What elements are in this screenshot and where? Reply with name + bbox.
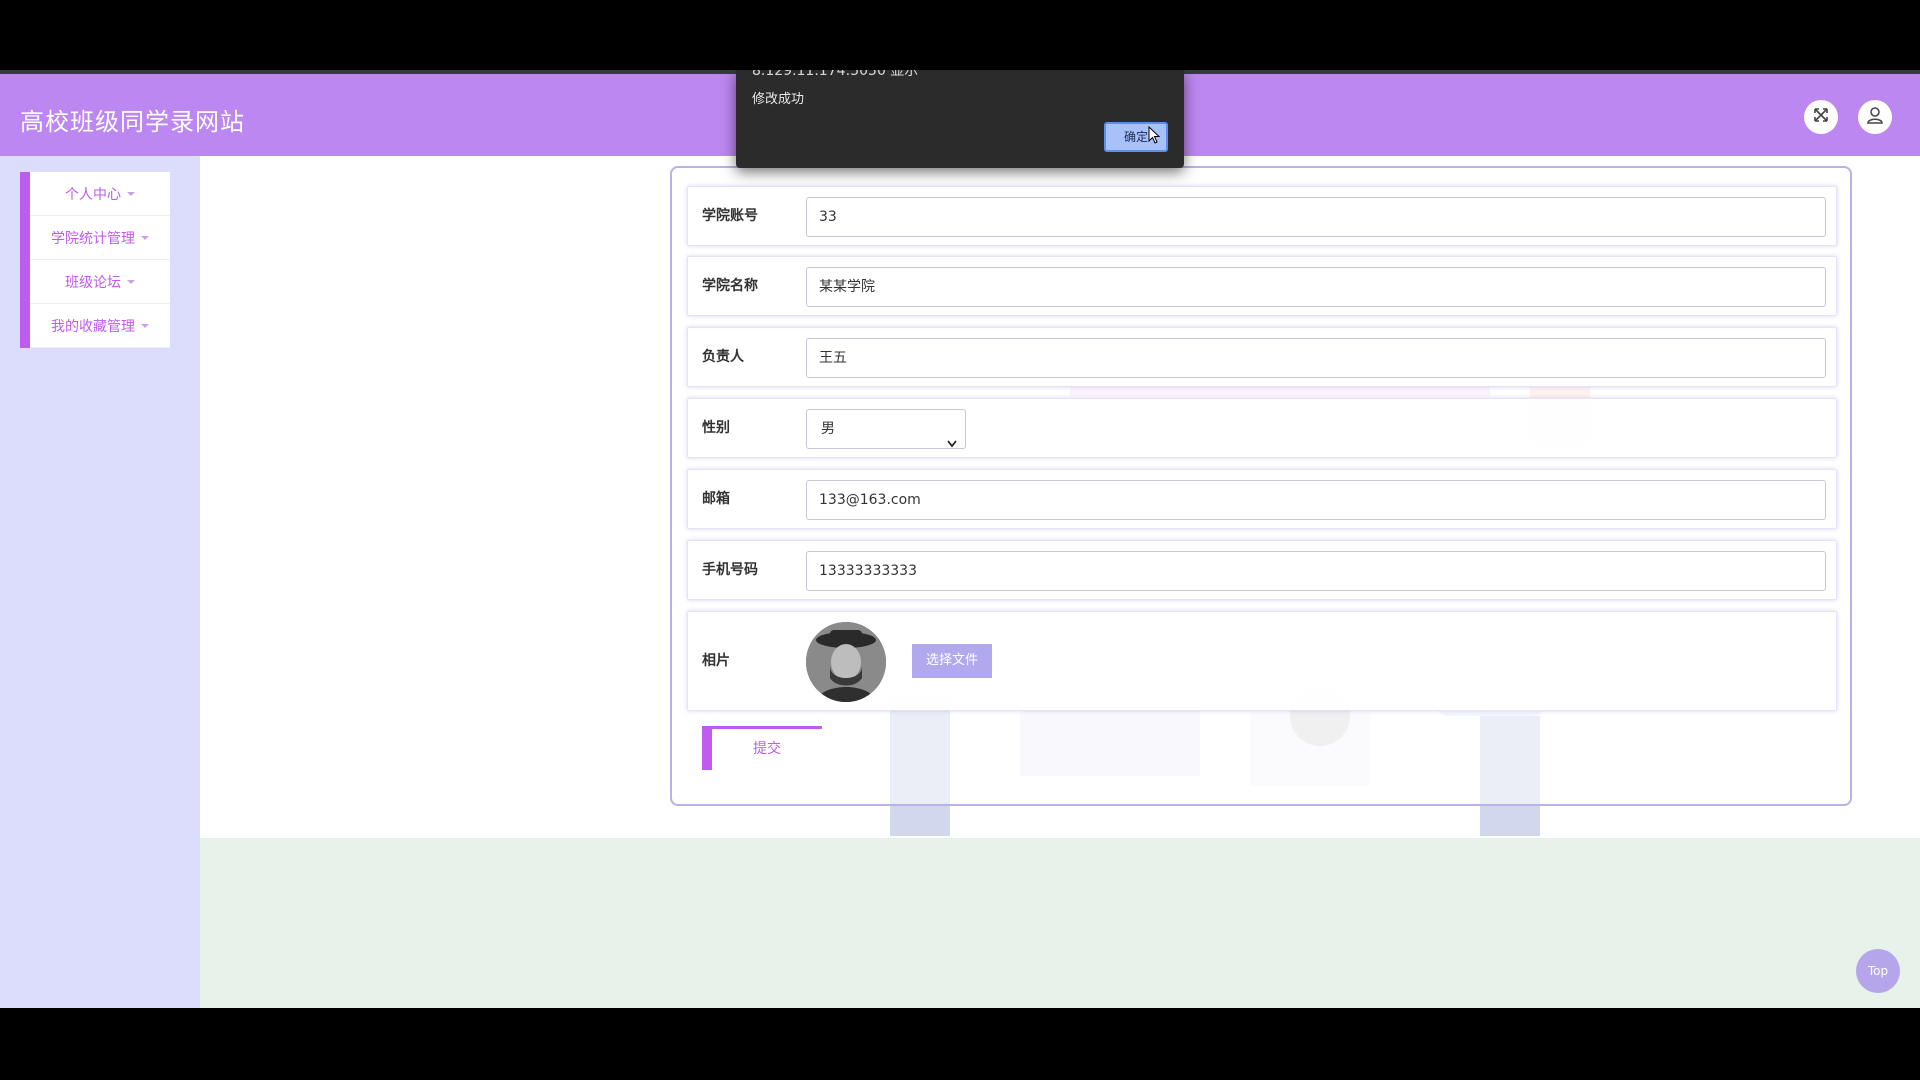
account-input[interactable]: 33 xyxy=(806,197,1826,237)
caret-down-icon xyxy=(141,323,149,328)
sidebar-item-class-forum[interactable]: 班级论坛 xyxy=(30,260,170,304)
caret-down-icon xyxy=(127,279,135,284)
form-row-college-name: 学院名称 某某学院 xyxy=(687,256,1837,316)
gender-select[interactable]: 男 xyxy=(806,409,966,449)
college-name-input[interactable]: 某某学院 xyxy=(806,267,1826,307)
submit-button[interactable]: 提交 xyxy=(702,726,822,770)
form-row-email: 邮箱 133@163.com xyxy=(687,469,1837,529)
chevron-down-icon xyxy=(947,425,957,463)
caret-down-icon xyxy=(127,191,135,196)
form-row-gender: 性别 男 xyxy=(687,398,1837,458)
form-row-manager: 负责人 王五 xyxy=(687,327,1837,387)
dialog-message: 修改成功 xyxy=(752,92,805,107)
sidebar-item-college-stats[interactable]: 学院统计管理 xyxy=(30,216,170,260)
user-icon xyxy=(1866,106,1884,128)
sidebar-item-label: 个人中心 xyxy=(65,186,121,203)
email-label: 邮箱 xyxy=(702,491,730,507)
screen-letterbox-top xyxy=(0,0,1920,70)
sidebar-item-label: 班级论坛 xyxy=(65,274,121,291)
fullscreen-icon xyxy=(1813,107,1829,127)
form-background-area: 学院账号 33 学院名称 某某学院 负责人 王五 性别 男 邮箱 133@163… xyxy=(200,156,1920,838)
form-row-account: 学院账号 33 xyxy=(687,186,1837,246)
caret-down-icon xyxy=(141,235,149,240)
email-input[interactable]: 133@163.com xyxy=(806,480,1826,520)
form-row-phone: 手机号码 13333333333 xyxy=(687,540,1837,600)
sidebar-item-personal-center[interactable]: 个人中心 xyxy=(30,172,170,216)
manager-input[interactable]: 王五 xyxy=(806,338,1826,378)
choose-file-button[interactable]: 选择文件 xyxy=(912,644,992,678)
user-menu-button[interactable] xyxy=(1858,100,1892,134)
screen-letterbox-bottom xyxy=(0,1008,1920,1080)
site-title: 高校班级同学录网站 xyxy=(20,108,245,136)
mouse-cursor-icon xyxy=(1148,125,1161,148)
alert-dialog: 8.129.11.174:5050 显示 修改成功 确定 xyxy=(736,70,1184,168)
sidebar-menu: 个人中心 学院统计管理 班级论坛 我的收藏管理 xyxy=(20,172,170,348)
fullscreen-button[interactable] xyxy=(1804,100,1838,134)
gender-label: 性别 xyxy=(702,420,730,436)
dialog-origin-text: 8.129.11.174:5050 显示 xyxy=(752,70,919,79)
main-content: 学院账号 33 学院名称 某某学院 负责人 王五 性别 男 邮箱 133@163… xyxy=(200,156,1920,1008)
phone-label: 手机号码 xyxy=(702,562,758,578)
back-to-top-button[interactable]: Top xyxy=(1856,949,1900,993)
browser-viewport: 高校班级同学录网站 个人中心 学院统计管理 班级论坛 我的收藏管理 学院账号 3… xyxy=(0,70,1920,1008)
college-name-label: 学院名称 xyxy=(702,278,758,294)
sidebar-item-label: 我的收藏管理 xyxy=(51,318,135,335)
gender-select-value: 男 xyxy=(821,421,835,437)
avatar-photo-icon xyxy=(806,622,886,702)
phone-input[interactable]: 13333333333 xyxy=(806,551,1826,591)
manager-label: 负责人 xyxy=(702,349,744,365)
photo-label: 相片 xyxy=(702,653,730,669)
avatar xyxy=(806,622,886,702)
account-label: 学院账号 xyxy=(702,208,758,224)
sidebar-item-favorites[interactable]: 我的收藏管理 xyxy=(30,304,170,348)
sidebar-item-label: 学院统计管理 xyxy=(51,230,135,247)
sidebar: 个人中心 学院统计管理 班级论坛 我的收藏管理 xyxy=(0,156,200,1008)
college-info-form: 学院账号 33 学院名称 某某学院 负责人 王五 性别 男 邮箱 133@163… xyxy=(670,166,1852,806)
form-row-photo: 相片 选择文件 xyxy=(687,611,1837,711)
